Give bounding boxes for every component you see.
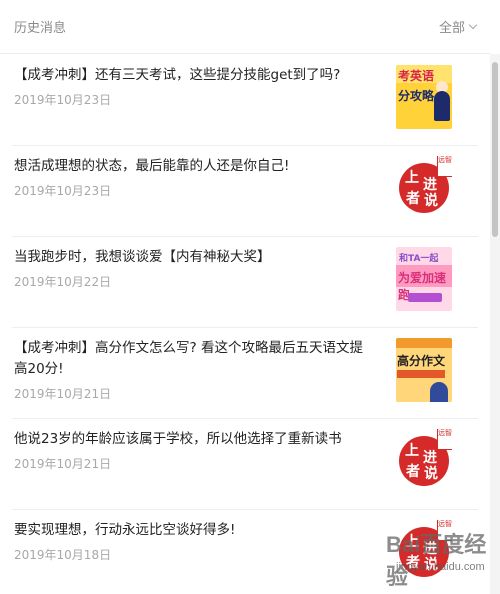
history-header: 历史消息 全部	[0, 0, 490, 54]
list-item[interactable]: 当我跑步时，我想谈谈爱【内有神秘大奖】 2019年10月22日 和TA一起 为爱…	[12, 237, 478, 328]
article-title: 想活成理想的状态，最后能靠的人还是你自己!	[14, 158, 290, 174]
article-date: 2019年10月21日	[14, 457, 112, 471]
scrollbar-thumb[interactable]	[492, 62, 498, 237]
logo-char: 说	[424, 557, 438, 573]
logo-char: 上	[405, 170, 419, 186]
list-item[interactable]: 【成考冲刺】高分作文怎么写? 看这个攻略最后五天语文提高20分! 2019年10…	[12, 328, 478, 419]
header-title: 历史消息	[14, 21, 67, 36]
filter-label: 全部	[438, 21, 465, 36]
logo-char: 说	[424, 193, 438, 209]
article-date: 2019年10月18日	[14, 548, 112, 562]
chevron-down-icon	[468, 20, 478, 29]
article-thumbnail: 高分作文	[396, 338, 452, 402]
logo-char: 者	[406, 464, 420, 480]
scrollbar[interactable]	[490, 54, 500, 594]
logo-char: 者	[406, 191, 420, 207]
logo-char: 说	[424, 466, 438, 482]
logo-corner: 远智	[437, 429, 452, 450]
article-date: 2019年10月21日	[14, 387, 112, 401]
article-title: 他说23岁的年龄应该属于学校，所以他选择了重新读书	[14, 431, 342, 447]
thumbnail-text: 高分作文	[397, 354, 446, 368]
logo-corner: 远智	[437, 520, 452, 541]
thumbnail-text: 和TA一起	[399, 254, 439, 264]
list-item[interactable]: 要实现理想，行动永远比空谈好得多! 2019年10月18日 上 进 者 说 远智	[12, 510, 478, 594]
thumbnail-text: 分攻略	[398, 89, 435, 103]
list-item[interactable]: 想活成理想的状态，最后能靠的人还是你自己! 2019年10月23日 上 进 者 …	[12, 146, 478, 237]
article-thumbnail: 上 进 者 说 远智	[396, 429, 452, 493]
article-thumbnail: 上 进 者 说 远智	[396, 520, 452, 584]
article-title: 当我跑步时，我想谈谈爱【内有神秘大奖】	[14, 249, 271, 265]
thumbnail-text: 考英语	[398, 69, 435, 83]
message-list: 【成考冲刺】还有三天考试，这些提分技能get到了吗? 2019年10月23日 考…	[0, 55, 490, 594]
thumbnail-tag	[408, 293, 442, 302]
logo-char: 上	[405, 443, 419, 459]
article-thumbnail: 上 进 者 说 远智	[396, 156, 452, 220]
cartoon-figure	[434, 91, 450, 121]
cartoon-figure	[430, 382, 448, 402]
list-item[interactable]: 他说23岁的年龄应该属于学校，所以他选择了重新读书 2019年10月21日 上 …	[12, 419, 478, 510]
thumbnail-band	[397, 370, 445, 378]
article-thumbnail: 考英语 分攻略	[396, 65, 452, 129]
article-date: 2019年10月23日	[14, 184, 112, 198]
article-title: 【成考冲刺】还有三天考试，这些提分技能get到了吗?	[14, 67, 341, 83]
logo-char: 者	[406, 555, 420, 571]
article-thumbnail: 和TA一起 为爱加速跑	[396, 247, 452, 311]
history-messages-panel: 历史消息 全部 【成考冲刺】还有三天考试，这些提分技能get到了吗? 2019年…	[0, 0, 500, 594]
logo-char: 上	[405, 534, 419, 550]
logo-corner: 远智	[437, 156, 452, 177]
thumbnail-band	[396, 338, 452, 348]
filter-dropdown[interactable]: 全部	[438, 17, 478, 36]
list-item[interactable]: 【成考冲刺】还有三天考试，这些提分技能get到了吗? 2019年10月23日 考…	[12, 55, 478, 146]
article-date: 2019年10月22日	[14, 275, 112, 289]
article-title: 【成考冲刺】高分作文怎么写? 看这个攻略最后五天语文提高20分!	[14, 340, 363, 377]
article-title: 要实现理想，行动永远比空谈好得多!	[14, 522, 236, 538]
article-date: 2019年10月23日	[14, 93, 112, 107]
